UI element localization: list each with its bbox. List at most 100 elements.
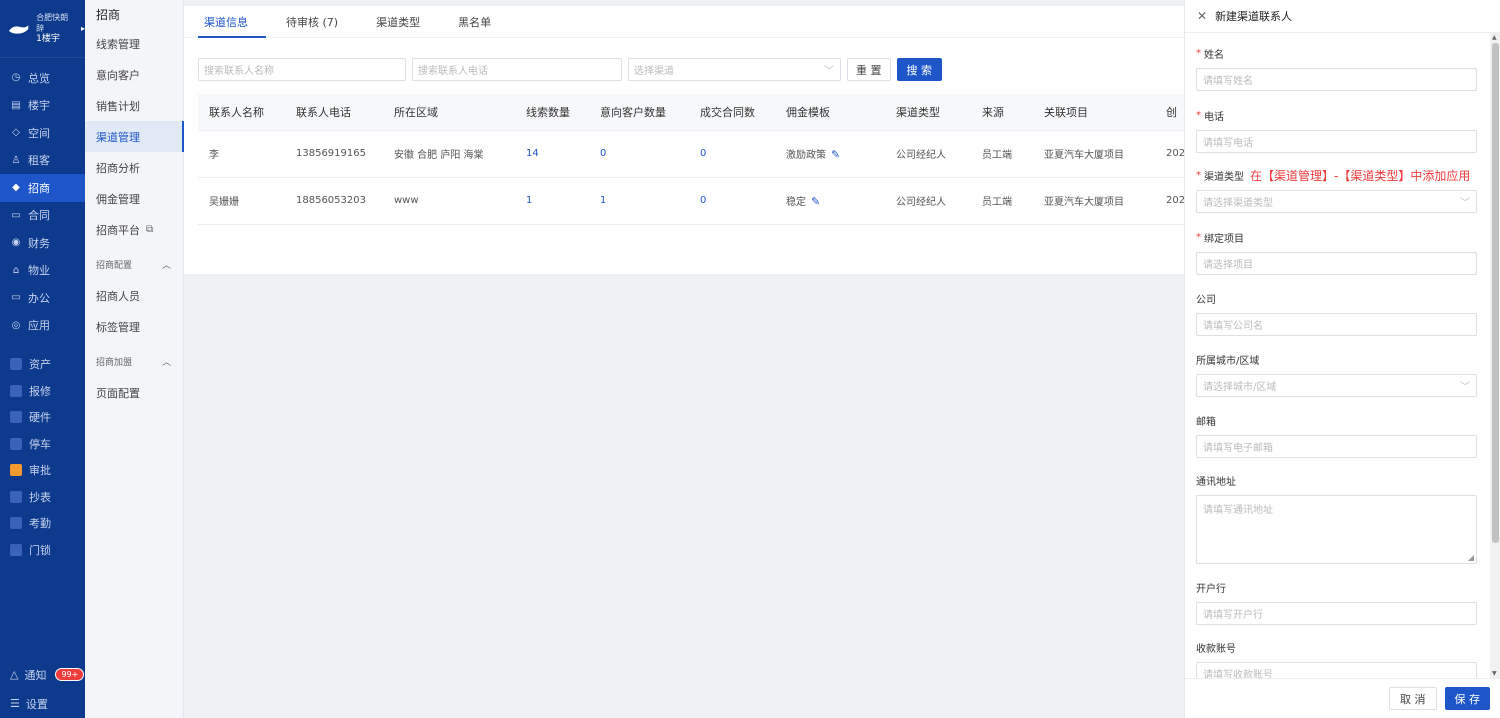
rail-item-2[interactable]: ◇ 空间 bbox=[0, 119, 85, 147]
company-input[interactable]: 请填写公司名 bbox=[1196, 313, 1477, 336]
channel-table: 联系人名称 联系人电话 所在区域 线索数量 意向客户数量 成交合同数 佣金模板 渠道类型 来源关… bbox=[198, 94, 1185, 225]
table-row[interactable]: 吴姗姗 18856053203 www 1 1 0 稳定 ✎ 公司经纪人 员工端 亚夏汽车大厦项目 2… bbox=[198, 177, 1185, 225]
rail-item-3[interactable]: ♙ 租客 bbox=[0, 147, 85, 175]
contact-phone-search-input[interactable]: 搜索联系人电话 bbox=[412, 58, 622, 81]
table-cell[interactable]: 1 bbox=[589, 177, 689, 225]
rail-app-item-5[interactable]: 抄表 bbox=[0, 484, 85, 511]
rail-app-label: 考勤 bbox=[29, 517, 51, 531]
sidebar-item-2[interactable]: 销售计划 bbox=[85, 90, 183, 121]
table-cell[interactable]: 0 bbox=[589, 130, 689, 178]
scrollbar-thumb[interactable] bbox=[1492, 43, 1499, 543]
sidebar-item-cfg-0[interactable]: 招商人员 bbox=[85, 280, 183, 311]
table-row[interactable]: 李 13856919165 安徽 合肥 庐阳 海棠 14 0 0 激励政策 ✎ 公司经纪人 员工端… bbox=[198, 130, 1185, 178]
drawer-scrollbar[interactable]: ▲ ▼ bbox=[1490, 33, 1500, 678]
rail-item-8[interactable]: ▭ 办公 bbox=[0, 284, 85, 312]
rail-item-5[interactable]: ▭ 合同 bbox=[0, 202, 85, 230]
settings-button[interactable]: ☰ 设置 bbox=[0, 689, 85, 718]
company-label: 公司 bbox=[1196, 294, 1216, 306]
column-header: 意向客户数量 bbox=[589, 94, 689, 131]
phone-input[interactable]: 请填写电话 bbox=[1196, 130, 1477, 153]
rail-item-label: 应用 bbox=[28, 319, 50, 333]
tab-3[interactable]: 黑名单 bbox=[452, 14, 509, 37]
city-label: 所属城市/区域 bbox=[1196, 355, 1260, 367]
sidebar-group-franchise[interactable]: 招商加盟 ︿ bbox=[85, 346, 183, 377]
sidebar-item-label: 页面配置 bbox=[96, 386, 140, 400]
monitor-icon: ▭ bbox=[11, 292, 21, 304]
name-label: 姓名 bbox=[1204, 49, 1224, 61]
resize-grip-icon[interactable]: ◢ bbox=[1468, 553, 1474, 562]
sidebar-item-cfg-1[interactable]: 标签管理 bbox=[85, 311, 183, 342]
rail-item-6[interactable]: ◉ 财务 bbox=[0, 229, 85, 257]
drawer-header: ✕ 新建渠道联系人 bbox=[1185, 0, 1500, 33]
contact-name-search-input[interactable]: 搜索联系人名称 bbox=[198, 58, 406, 81]
cell-text: 0 bbox=[700, 195, 707, 206]
sidebar-item-3[interactable]: 渠道管理 bbox=[85, 121, 184, 152]
clock-icon: ◷ bbox=[11, 72, 21, 84]
rail-app-item-7[interactable]: 门锁 bbox=[0, 537, 85, 564]
company-field-group: 公司 请填写公司名 bbox=[1196, 291, 1477, 336]
scroll-down-icon[interactable]: ▼ bbox=[1492, 670, 1497, 677]
search-button[interactable]: 搜 索 bbox=[896, 58, 942, 81]
sidebar-item-4[interactable]: 招商分析 bbox=[85, 152, 183, 183]
rail-app-item-4[interactable]: 审批 bbox=[0, 457, 85, 484]
table-cell[interactable]: 1 bbox=[515, 177, 589, 225]
notify-button[interactable]: △ 通知 99+ bbox=[0, 660, 85, 689]
table-cell[interactable]: 0 bbox=[689, 130, 775, 178]
edit-icon[interactable]: ✎ bbox=[811, 195, 820, 208]
column-header: 联系人名称 bbox=[198, 94, 285, 131]
account-label: 收款账号 bbox=[1196, 643, 1236, 655]
cancel-button[interactable]: 取 消 bbox=[1389, 687, 1437, 710]
cell-text: 亚夏汽车大厦项目 bbox=[1044, 150, 1124, 161]
reset-button[interactable]: 重 置 bbox=[847, 58, 891, 81]
table-cell[interactable]: 0 bbox=[689, 177, 775, 225]
cell-text: 吴姗姗 bbox=[209, 197, 239, 208]
sidebar-group-config[interactable]: 招商配置 ︿ bbox=[85, 249, 183, 280]
channel-select[interactable]: 选择渠道 ﹀ bbox=[628, 58, 841, 81]
rail-app-item-1[interactable]: 报修 bbox=[0, 378, 85, 405]
notify-badge: 99+ bbox=[55, 668, 85, 681]
address-textarea[interactable]: 请填写通讯地址 ◢ bbox=[1196, 495, 1477, 564]
email-input[interactable]: 请填写电子邮箱 bbox=[1196, 435, 1477, 458]
table-cell[interactable]: 14 bbox=[515, 130, 589, 178]
tab-0[interactable]: 渠道信息 bbox=[198, 14, 266, 38]
chevron-up-icon: ︿ bbox=[161, 261, 171, 271]
rail-app-item-3[interactable]: 停车 bbox=[0, 431, 85, 458]
rail-item-7[interactable]: ⌂ 物业 bbox=[0, 257, 85, 285]
cell-text: 公司经纪人 bbox=[896, 150, 946, 161]
scroll-up-icon[interactable]: ▲ bbox=[1492, 34, 1497, 41]
tab-1[interactable]: 待审核 (7) bbox=[280, 14, 356, 37]
project-select[interactable]: 请选择项目 bbox=[1196, 252, 1477, 275]
rail-item-9[interactable]: ◎ 应用 bbox=[0, 312, 85, 340]
sidebar-item-5[interactable]: 佣金管理 bbox=[85, 183, 183, 214]
rail-app-item-6[interactable]: 考勤 bbox=[0, 510, 85, 537]
brand-building: 1楼宇 bbox=[36, 34, 60, 44]
save-button[interactable]: 保 存 bbox=[1444, 687, 1490, 710]
sidebar-item-6[interactable]: 招商平台 ⧉ bbox=[85, 214, 183, 245]
edit-icon[interactable]: ✎ bbox=[831, 148, 840, 161]
tab-2[interactable]: 渠道类型 bbox=[370, 14, 438, 37]
rail-item-4[interactable]: ◆ 招商 bbox=[0, 174, 85, 202]
rail-app-label: 门锁 bbox=[29, 543, 51, 557]
group-label: 招商加盟 bbox=[96, 358, 133, 368]
cube-icon: ◇ bbox=[12, 127, 20, 139]
table-cell: 202 bbox=[1155, 177, 1185, 225]
rail-item-0[interactable]: ◷ 总览 bbox=[0, 64, 85, 92]
name-input[interactable]: 请填写姓名 bbox=[1196, 68, 1477, 91]
drawer-title: 新建渠道联系人 bbox=[1215, 10, 1293, 23]
rail-app-item-0[interactable]: 资产 bbox=[0, 351, 85, 378]
close-icon[interactable]: ✕ bbox=[1197, 9, 1207, 23]
sidebar-item-label: 线索管理 bbox=[96, 37, 140, 51]
sidebar-item-0[interactable]: 线索管理 bbox=[85, 28, 183, 59]
sidebar-item-fr-0[interactable]: 页面配置 bbox=[85, 377, 183, 408]
channel-type-select[interactable]: 请选择渠道类型 ﹀ bbox=[1196, 190, 1477, 213]
column-header: 所在区域 bbox=[383, 94, 515, 131]
city-select[interactable]: 请选择城市/区域 ﹀ bbox=[1196, 374, 1477, 397]
account-input[interactable]: 请填写收款账号 bbox=[1196, 662, 1477, 678]
sidebar-item-1[interactable]: 意向客户 bbox=[85, 59, 183, 90]
brand-switcher[interactable]: 合肥快朗辞 1楼宇 ▸ bbox=[0, 0, 85, 58]
phone-field-group: * 电话 请填写电话 bbox=[1196, 108, 1477, 153]
bank-input[interactable]: 请填写开户行 bbox=[1196, 602, 1477, 625]
rail-app-item-2[interactable]: 硬件 bbox=[0, 404, 85, 431]
rail-item-1[interactable]: ▤ 楼宇 bbox=[0, 92, 85, 120]
cell-text: 1 bbox=[526, 195, 533, 206]
